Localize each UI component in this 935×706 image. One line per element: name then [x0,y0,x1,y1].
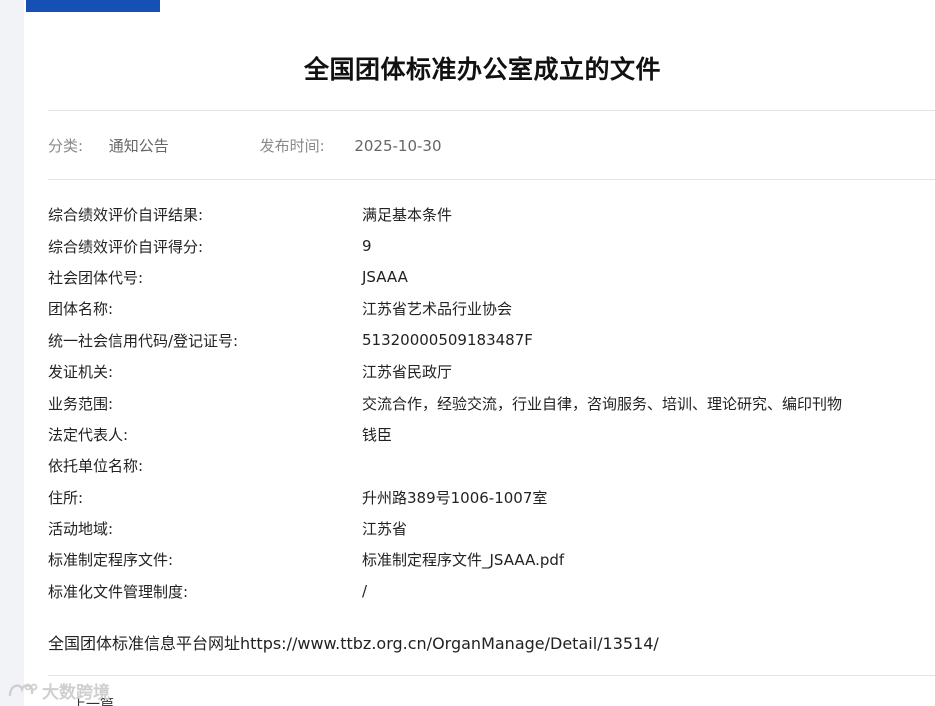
article-meta: 分类: 通知公告 发布时间: 2025-10-30 [48,135,442,156]
info-label: 标准化文件管理制度: [48,582,189,601]
info-row-org-code: 社会团体代号: JSAAA [48,262,928,293]
info-value: 江苏省民政厅 [362,363,453,382]
publish-date-value: 2025-10-30 [354,137,442,155]
info-label: 依托单位名称: [48,457,144,476]
info-value: 江苏省艺术品行业协会 [362,300,513,319]
info-label: 发证机关: [48,363,114,382]
info-label: 住所: [48,488,84,507]
page-title: 全国团体标准办公室成立的文件 [304,55,662,84]
info-value: 钱臣 [362,425,393,444]
info-row-host-unit: 依托单位名称: [48,450,928,481]
info-row-eval-result: 综合绩效评价自评结果: 满足基本条件 [48,199,928,230]
info-row-address: 住所: 升州路389号1006-1007室 [48,482,928,513]
info-label: 标准制定程序文件: [48,551,174,570]
info-row-legal-rep: 法定代表人: 钱臣 [48,419,928,450]
left-gutter [0,0,24,706]
info-row-issuer: 发证机关: 江苏省民政厅 [48,356,928,387]
watermark: 大数跨境 [8,678,110,703]
info-label: 团体名称: [48,300,114,319]
info-label: 业务范围: [48,394,114,413]
info-row-org-name: 团体名称: 江苏省艺术品行业协会 [48,293,928,324]
procedure-doc-link[interactable]: 标准制定程序文件_JSAAA.pdf [362,549,928,570]
info-row-procedure-doc: 标准制定程序文件: 标准制定程序文件_JSAAA.pdf [48,544,928,575]
info-row-business-scope: 业务范围: 交流合作，经验交流，行业自律，咨询服务、培训、理论研究、编印刊物 [48,387,928,418]
source-url-text[interactable]: 全国团体标准信息平台网址https://www.ttbz.org.cn/Orga… [48,630,659,654]
meta-divider [48,179,935,180]
info-label: 法定代表人: [48,425,129,444]
info-value: 9 [362,237,372,256]
footer-divider [48,675,935,676]
article-page: 全国团体标准办公室成立的文件 分类: 通知公告 发布时间: 2025-10-30… [24,0,935,706]
info-value: 江苏省 [362,520,408,539]
info-label: 活动地域: [48,520,114,539]
info-label: 综合绩效评价自评得分: [48,237,204,256]
organization-info-table: 综合绩效评价自评结果: 满足基本条件 综合绩效评价自评得分: 9 社会团体代号:… [48,199,928,607]
info-value: 满足基本条件 [362,206,453,225]
info-value: JSAAA [362,268,408,287]
info-label: 综合绩效评价自评结果: [48,206,204,225]
accent-bar [26,0,160,12]
info-label: 统一社会信用代码/登记证号: [48,331,239,350]
info-row-region: 活动地域: 江苏省 [48,513,928,544]
watermark-logo-icon [8,681,38,701]
info-value: 51320000509183487F [362,331,533,350]
info-row-doc-management: 标准化文件管理制度: / [48,576,928,607]
info-row-eval-score: 综合绩效评价自评得分: 9 [48,230,928,261]
info-value: 交流合作，经验交流，行业自律，咨询服务、培训、理论研究、编印刊物 [362,394,843,413]
category-value[interactable]: 通知公告 [109,135,255,156]
info-row-credit-code: 统一社会信用代码/登记证号: 51320000509183487F [48,325,928,356]
info-value: / [362,582,368,601]
info-value: 升州路389号1006-1007室 [362,488,548,507]
title-divider [48,110,935,111]
watermark-text: 大数跨境 [42,683,110,703]
info-label: 社会团体代号: [48,268,144,287]
publish-date-label: 发布时间: [259,137,325,155]
category-label: 分类: [48,137,84,155]
